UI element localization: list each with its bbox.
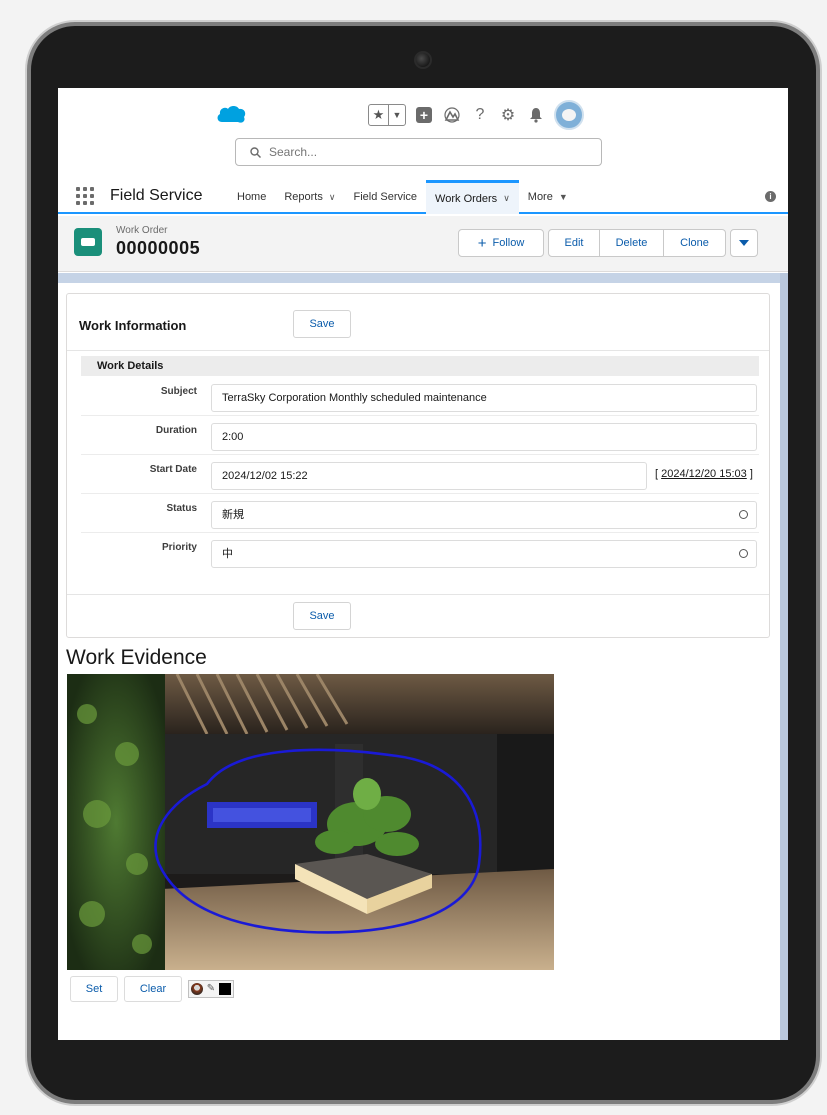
- select-arrow-icon: [739, 549, 748, 558]
- section-heading: Work Details: [81, 356, 759, 376]
- start-date-row: Start Date 2024/12/02 15:22 [ 2024/12/20…: [81, 456, 759, 494]
- record-action-group: Edit Delete Clone: [548, 229, 726, 257]
- start-date-label: Start Date: [149, 464, 197, 475]
- nav-tab-label: Home: [237, 191, 267, 203]
- save-button-top[interactable]: Save: [293, 310, 351, 338]
- plus-icon: +: [477, 234, 487, 252]
- right-rail: [780, 273, 788, 1040]
- record-type-label: Work Order: [116, 225, 168, 236]
- record-actions: + Follow Edit Delete Clone: [458, 229, 758, 257]
- bracket: [: [655, 468, 659, 480]
- nav-tab-field-service[interactable]: Field Service: [344, 180, 426, 214]
- evidence-title: Work Evidence: [66, 646, 207, 669]
- nav-tab-home[interactable]: Home: [228, 180, 275, 214]
- start-date-now-link[interactable]: 2024/12/20 15:03: [661, 468, 747, 480]
- search-input[interactable]: [269, 145, 569, 159]
- trailhead-icon[interactable]: [442, 105, 462, 125]
- add-icon[interactable]: +: [414, 105, 434, 125]
- app-launcher-icon[interactable]: [76, 187, 94, 205]
- header-divider-band: [58, 273, 780, 283]
- record-name: 00000005: [116, 238, 201, 258]
- tablet-camera: [414, 51, 432, 69]
- subject-row: Subject TerraSky Corporation Monthly sch…: [81, 378, 759, 416]
- photo-aquarium-glow: [213, 808, 311, 822]
- nav-tab-reports[interactable]: Reports ∨: [275, 180, 344, 214]
- set-button[interactable]: Set: [70, 976, 118, 1002]
- clear-button[interactable]: Clear: [124, 976, 182, 1002]
- start-date-field[interactable]: 2024/12/02 15:22: [211, 462, 647, 490]
- work-information-card: Work Information Save Work Details Subje…: [66, 293, 770, 638]
- duration-label: Duration: [155, 425, 197, 436]
- divider: [67, 350, 769, 351]
- global-search[interactable]: [235, 138, 602, 166]
- divider: [67, 594, 769, 595]
- status-label: Status: [166, 503, 197, 514]
- record-header: Work Order 00000005 + Follow Edit Delete …: [58, 216, 788, 272]
- duration-row: Duration 2:00: [81, 417, 759, 455]
- priority-select[interactable]: 中: [211, 540, 757, 568]
- select-arrow-icon: [739, 510, 748, 519]
- card-title: Work Information: [79, 318, 187, 333]
- caret-down-icon[interactable]: ▼: [559, 192, 568, 202]
- priority-value: 中: [222, 548, 233, 560]
- subject-field[interactable]: TerraSky Corporation Monthly scheduled m…: [211, 384, 757, 412]
- app-screen: ★ ▼ + ? ⚙ Field Service Home Reports ∨ Fi…: [58, 88, 788, 1040]
- nav-tab-label: Field Service: [353, 191, 418, 203]
- priority-row: Priority 中: [81, 534, 759, 572]
- color-swatch-black[interactable]: [219, 983, 231, 995]
- nav-tab-more[interactable]: More ▼: [519, 180, 577, 214]
- favorite-star-icon[interactable]: ★: [369, 105, 389, 125]
- app-name: Field Service: [110, 187, 203, 204]
- save-button-bottom[interactable]: Save: [293, 602, 351, 630]
- follow-label: Follow: [492, 237, 525, 249]
- navigation-bar: Field Service Home Reports ∨ Field Servic…: [58, 180, 788, 214]
- more-actions-button[interactable]: [730, 229, 758, 257]
- search-icon: [250, 146, 261, 158]
- user-avatar[interactable]: [554, 100, 584, 130]
- nav-tab-work-orders[interactable]: Work Orders ∨: [426, 180, 519, 214]
- status-row: Status 新規: [81, 495, 759, 533]
- info-icon[interactable]: i: [765, 191, 776, 202]
- favorites-list-caret-icon[interactable]: ▼: [389, 105, 405, 125]
- nav-tab-label: Reports: [284, 191, 323, 203]
- follow-button[interactable]: + Follow: [458, 229, 544, 257]
- bracket: ]: [749, 468, 753, 480]
- evidence-canvas[interactable]: [67, 674, 554, 970]
- delete-button[interactable]: Delete: [600, 229, 664, 257]
- subject-label: Subject: [160, 386, 197, 397]
- clone-button[interactable]: Clone: [664, 229, 726, 257]
- notification-bell-icon[interactable]: [526, 105, 546, 125]
- evidence-actions: Set Clear ✎: [70, 976, 234, 1002]
- duration-field[interactable]: 2:00: [211, 423, 757, 451]
- status-select[interactable]: 新規: [211, 501, 757, 529]
- drawing-toolbar: ✎: [188, 980, 234, 998]
- global-header-icons: ★ ▼ + ? ⚙: [368, 100, 584, 130]
- nav-tab-label: Work Orders: [435, 192, 498, 205]
- priority-label: Priority: [161, 542, 197, 553]
- status-value: 新規: [222, 509, 244, 521]
- pen-tool-icon[interactable]: ✎: [205, 983, 217, 995]
- nav-tab-label: More: [527, 191, 553, 203]
- chevron-down-icon[interactable]: ∨: [329, 192, 336, 203]
- salesforce-cloud-logo[interactable]: [216, 105, 246, 125]
- nav-tabs: Home Reports ∨ Field Service Work Orders ∨…: [228, 180, 577, 214]
- start-date-now-link-group: [ 2024/12/20 15:03 ]: [655, 468, 753, 480]
- edit-button[interactable]: Edit: [548, 229, 600, 257]
- setup-gear-icon[interactable]: ⚙: [498, 105, 518, 125]
- caret-down-icon: [739, 240, 749, 246]
- favorites-button-group[interactable]: ★ ▼: [368, 104, 406, 126]
- chevron-down-icon[interactable]: ∨: [503, 193, 510, 204]
- help-icon[interactable]: ?: [470, 105, 490, 125]
- work-order-icon: [74, 228, 102, 256]
- image-picker-icon[interactable]: [191, 983, 203, 995]
